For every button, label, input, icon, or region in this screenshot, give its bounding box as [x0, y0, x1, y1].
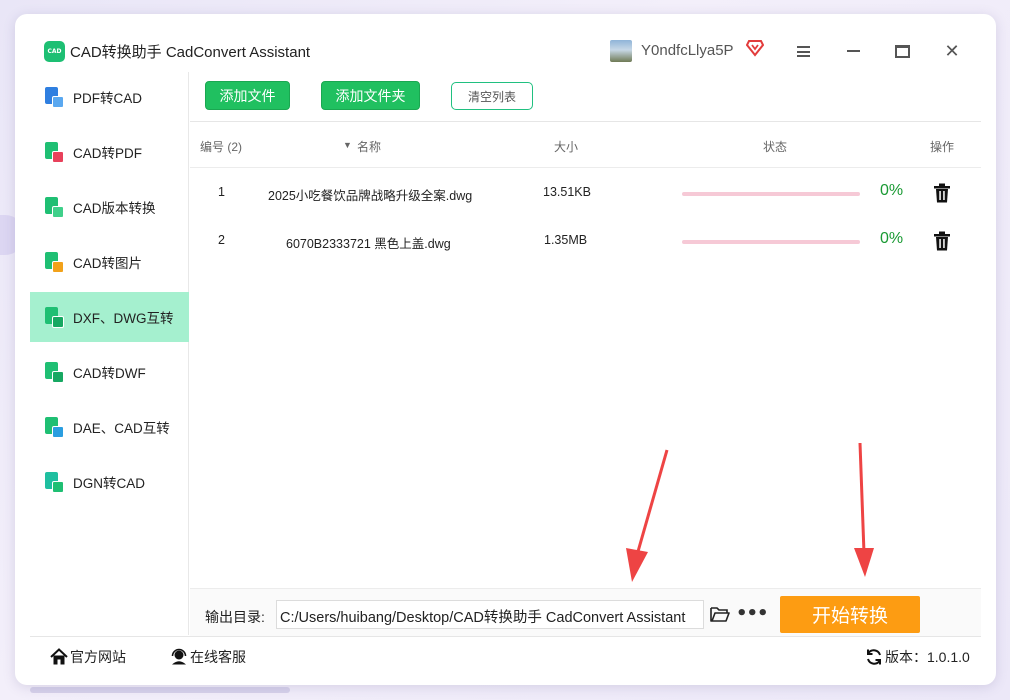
sidebar-item-cad-version[interactable]: CAD版本转换: [30, 182, 189, 232]
dae-cad-icon: [45, 416, 64, 438]
online-support-label: 在线客服: [190, 649, 246, 665]
column-header-size[interactable]: 大小: [554, 138, 578, 155]
footer: 官方网站 在线客服 版本：1.0.1.0: [30, 636, 981, 676]
sidebar-item-dae-cad[interactable]: DAE、CAD互转: [30, 402, 189, 452]
table-row[interactable]: 2 6070B2333721 黑色上盖.dwg 1.35MB 0%: [190, 217, 981, 265]
app-logo: CAD: [44, 41, 65, 62]
hamburger-icon: [796, 45, 810, 57]
minimize-icon: [846, 50, 860, 52]
trash-icon[interactable]: [933, 183, 951, 203]
sidebar-item-label: CAD转PDF: [73, 146, 143, 161]
maximize-icon: [894, 44, 910, 58]
username[interactable]: Y0ndfcLlya5P: [641, 42, 734, 59]
home-icon: [50, 648, 68, 665]
title-bar: CAD CAD转换助手 CadConvert Assistant Y0ndfcL…: [15, 14, 996, 72]
progress-bar: [682, 192, 860, 196]
app-window: CAD CAD转换助手 CadConvert Assistant Y0ndfcL…: [15, 14, 996, 685]
sidebar-item-label: DXF、DWG互转: [73, 311, 174, 326]
sidebar-item-cad-to-dwf[interactable]: CAD转DWF: [30, 347, 189, 397]
sidebar-item-cad-to-image[interactable]: CAD转图片: [30, 237, 189, 287]
add-file-button[interactable]: 添加文件: [205, 81, 290, 110]
more-options-icon[interactable]: •••: [736, 603, 769, 624]
table-header: 编号 (2) ▼ 名称 大小 状态 操作: [190, 123, 981, 168]
minimize-button[interactable]: [838, 36, 868, 66]
avatar[interactable]: [610, 40, 632, 62]
menu-button[interactable]: [788, 36, 818, 66]
folder-open-icon[interactable]: [710, 605, 730, 623]
sidebar-item-label: CAD转DWF: [73, 366, 146, 381]
column-header-name[interactable]: 名称: [357, 138, 381, 155]
refresh-icon: [867, 649, 881, 665]
toolbar: 添加文件 添加文件夹 清空列表: [190, 72, 981, 122]
output-path-field[interactable]: C:/Users/huibang/Desktop/CAD转换助手 CadConv…: [276, 600, 704, 629]
output-dir-label: 输出目录:: [205, 609, 265, 625]
cad-to-pdf-icon: [45, 141, 64, 163]
cad-to-image-icon: [45, 251, 64, 273]
clear-list-button[interactable]: 清空列表: [451, 82, 533, 110]
sidebar: PDF转CAD CAD转PDF CAD版本转换 CAD转图片 DXF、DWG互转…: [30, 72, 189, 635]
dgn-to-cad-icon: [45, 471, 64, 493]
column-header-status: 状态: [763, 140, 788, 154]
trash-icon[interactable]: [933, 231, 951, 251]
official-website-link[interactable]: 官方网站: [50, 647, 126, 667]
cad-to-dwf-icon: [45, 361, 64, 383]
sidebar-item-label: DAE、CAD互转: [73, 421, 170, 436]
row-filename: 6070B2333721 黑色上盖.dwg: [286, 237, 451, 251]
sidebar-item-dxf-dwg[interactable]: DXF、DWG互转: [30, 292, 189, 342]
sidebar-item-pdf-to-cad[interactable]: PDF转CAD: [30, 72, 189, 122]
close-button[interactable]: ✕: [937, 36, 967, 66]
start-convert-button[interactable]: 开始转换: [780, 596, 920, 633]
dxf-dwg-icon: [45, 306, 64, 328]
sidebar-item-dgn-to-cad[interactable]: DGN转CAD: [30, 457, 189, 507]
row-percent: 0%: [880, 182, 904, 199]
sidebar-item-label: PDF转CAD: [73, 91, 143, 106]
official-website-label: 官方网站: [70, 649, 126, 665]
sort-down-icon[interactable]: ▼: [343, 140, 352, 150]
column-header-action: 操作: [930, 140, 955, 154]
row-percent: 0%: [880, 230, 904, 247]
background-decoration: [30, 687, 290, 693]
sidebar-item-label: CAD转图片: [73, 256, 143, 271]
row-size: 13.51KB: [543, 185, 591, 199]
version-info[interactable]: 版本：1.0.1.0: [865, 647, 970, 667]
app-title: CAD转换助手 CadConvert Assistant: [70, 44, 311, 61]
sidebar-item-label: DGN转CAD: [73, 476, 146, 491]
table-row[interactable]: 1 2025小吃餐饮品牌战略升级全案.dwg 13.51KB 0%: [190, 169, 981, 217]
sidebar-item-label: CAD版本转换: [73, 201, 156, 216]
headset-icon: [171, 648, 187, 665]
add-folder-button[interactable]: 添加文件夹: [321, 81, 420, 110]
sidebar-item-cad-to-pdf[interactable]: CAD转PDF: [30, 127, 189, 177]
maximize-button[interactable]: [887, 36, 917, 66]
online-support-link[interactable]: 在线客服: [170, 647, 246, 667]
pdf-to-cad-icon: [45, 86, 64, 108]
row-index: 2: [218, 233, 225, 247]
row-size: 1.35MB: [544, 233, 588, 247]
output-bar: 输出目录: C:/Users/huibang/Desktop/CAD转换助手 C…: [190, 588, 981, 636]
column-header-index[interactable]: 编号 (2): [200, 138, 242, 155]
cad-version-icon: [45, 196, 64, 218]
version-label: 版本：1.0.1.0: [885, 649, 970, 665]
close-icon: ✕: [944, 40, 960, 62]
progress-bar: [682, 240, 860, 244]
row-index: 1: [218, 185, 225, 199]
vip-diamond-icon[interactable]: [745, 39, 765, 59]
row-filename: 2025小吃餐饮品牌战略升级全案.dwg: [268, 189, 473, 203]
